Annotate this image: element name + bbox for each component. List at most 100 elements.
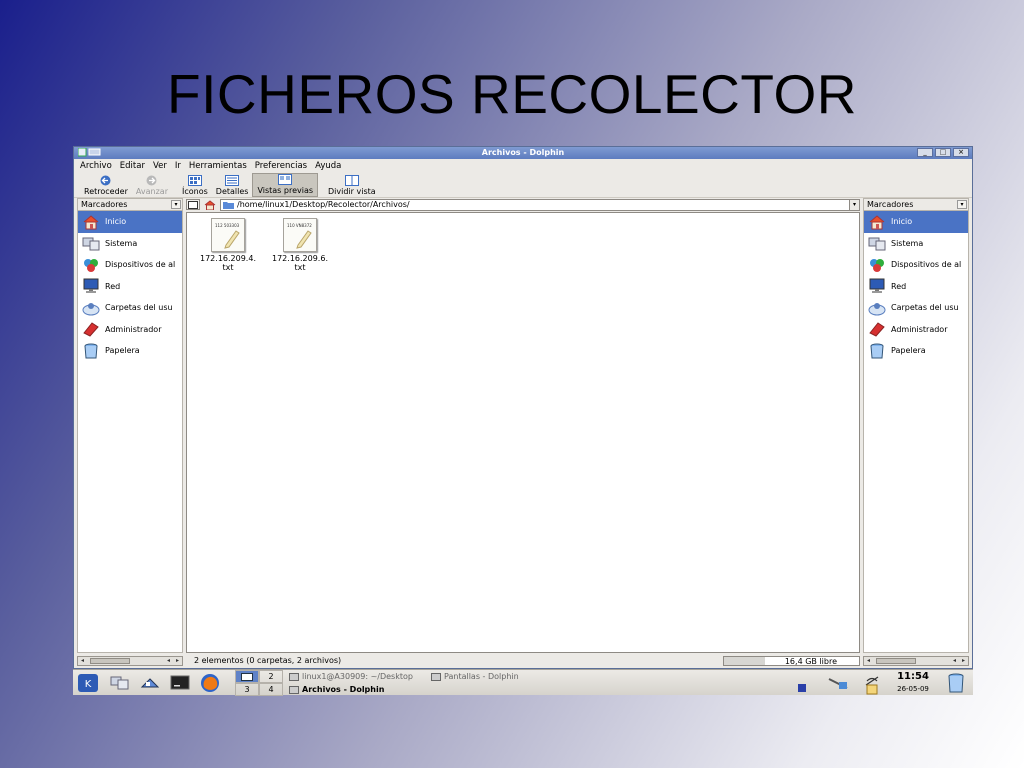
dolphin-window: Archivos - Dolphin _ □ × Archivo Editar …: [73, 146, 973, 669]
desktop-icon[interactable]: [139, 673, 161, 693]
sidebar-item-red[interactable]: Red: [864, 276, 968, 298]
firefox-icon[interactable]: [199, 673, 221, 693]
menu-editar[interactable]: Editar: [120, 159, 145, 173]
sidebar-item-red[interactable]: Red: [78, 276, 182, 298]
scroll-left-icon[interactable]: ◂: [164, 657, 173, 665]
file-view[interactable]: 112 503303 172.16.209.4. txt 110 VN8372 …: [186, 212, 860, 653]
previews-view-button[interactable]: Vistas previas: [252, 173, 319, 197]
scroll-left-icon[interactable]: ◂: [78, 657, 87, 665]
slide-title: FICHEROS RECOLECTOR: [167, 63, 857, 125]
location-bar: /home/linux1/Desktop/Recolector/Archivos…: [186, 198, 860, 211]
sidebar-item-dispositivos[interactable]: Dispositivos de al: [864, 254, 968, 276]
icons-view-button[interactable]: Íconos: [178, 173, 212, 197]
previews-view-icon: [278, 174, 293, 185]
details-view-icon: [225, 175, 240, 186]
folder-icon: [289, 685, 299, 694]
trash-icon[interactable]: [945, 673, 967, 693]
menu-ayuda[interactable]: Ayuda: [315, 159, 341, 173]
close-button[interactable]: ×: [953, 148, 969, 157]
sidebar-item-carpetas[interactable]: Carpetas del usu: [864, 297, 968, 319]
split-view-icon: [344, 175, 359, 186]
desktop-3[interactable]: 3: [235, 683, 259, 696]
toolbar: Retroceder Avanzar Íconos Detalles Vista…: [74, 173, 972, 198]
taskbar: K 2 3 4 linux1@A30909: ~/Desktop Pantall…: [73, 669, 973, 696]
task-terminal[interactable]: linux1@A30909: ~/Desktop: [289, 670, 413, 683]
task-list: linux1@A30909: ~/Desktop Pantallas - Dol…: [289, 670, 599, 696]
sidebar-item-sistema[interactable]: Sistema: [78, 233, 182, 255]
network-manager-icon[interactable]: [827, 673, 849, 693]
scrollbar-thumb[interactable]: [876, 658, 916, 664]
sidebar-item-dispositivos[interactable]: Dispositivos de al: [78, 254, 182, 276]
window-title: Archivos - Dolphin: [481, 148, 565, 157]
minimize-button[interactable]: _: [917, 148, 933, 157]
system-icon: [81, 234, 101, 252]
chevron-down-icon[interactable]: ▾: [849, 199, 859, 210]
menu-archivo[interactable]: Archivo: [80, 159, 112, 173]
clock[interactable]: 11:54: [891, 671, 935, 683]
network-icon: [81, 277, 101, 295]
sidebar-item-carpetas[interactable]: Carpetas del usu: [78, 297, 182, 319]
location-toggle-icon: [188, 200, 198, 209]
menu-ir[interactable]: Ir: [175, 159, 181, 173]
right-panel-scrollbar[interactable]: ◂ ◂ ▸: [863, 656, 969, 666]
scroll-left-icon[interactable]: ◂: [950, 657, 959, 665]
maximize-button[interactable]: □: [935, 148, 951, 157]
clipboard-icon[interactable]: [861, 683, 883, 695]
trash-icon: [81, 342, 101, 360]
admin-icon: [81, 320, 101, 338]
back-arrow-icon: [99, 175, 113, 186]
status-bar: ◂ ◂ ▸ 2 elementos (0 carpetas, 2 archivo…: [74, 654, 972, 668]
home-button[interactable]: [203, 199, 217, 210]
sidebar-item-papelera[interactable]: Papelera: [864, 340, 968, 362]
scroll-left-icon[interactable]: ◂: [864, 657, 873, 665]
menu-ver[interactable]: Ver: [153, 159, 167, 173]
task-pantallas[interactable]: Pantallas - Dolphin: [431, 670, 519, 683]
desktop-1[interactable]: [235, 670, 259, 683]
free-space-indicator: 16,4 GB libre: [723, 656, 860, 666]
menu-preferencias[interactable]: Preferencias: [255, 159, 307, 173]
details-view-button[interactable]: Detalles: [212, 173, 253, 197]
devices-icon: [81, 256, 101, 274]
file-extension: txt: [294, 263, 306, 272]
editable-location-button[interactable]: [186, 199, 200, 210]
kde-menu-button[interactable]: K: [77, 673, 99, 693]
file-item[interactable]: 112 503303 172.16.209.4. txt: [192, 218, 264, 272]
home-icon: [867, 213, 887, 231]
folder-icon: [223, 201, 234, 209]
svg-text:K: K: [85, 679, 92, 690]
left-panel-header[interactable]: Marcadores ▾: [78, 199, 182, 211]
window-titlebar[interactable]: Archivos - Dolphin _ □ ×: [74, 147, 972, 159]
home-icon: [204, 199, 216, 210]
file-item[interactable]: 110 VN8372 172.16.209.6. txt: [264, 218, 336, 272]
sidebar-item-inicio[interactable]: Inicio: [864, 211, 968, 233]
right-panel-header[interactable]: Marcadores ▾: [864, 199, 968, 211]
sidebar-item-sistema[interactable]: Sistema: [864, 233, 968, 255]
sidebar-item-inicio[interactable]: Inicio: [78, 211, 182, 233]
forward-button[interactable]: Avanzar: [132, 173, 172, 197]
chevron-down-icon[interactable]: ▾: [171, 200, 181, 209]
desktop-2[interactable]: 2: [259, 670, 283, 683]
task-archivos[interactable]: Archivos - Dolphin: [289, 683, 384, 696]
text-file-icon: 112 503303: [211, 218, 245, 252]
sidebar-item-papelera[interactable]: Papelera: [78, 340, 182, 362]
tray-indicator-icon[interactable]: [798, 684, 806, 692]
date[interactable]: 26-05-09: [891, 684, 935, 694]
left-panel-scrollbar[interactable]: ◂ ◂ ▸: [77, 656, 183, 666]
path-input[interactable]: /home/linux1/Desktop/Recolector/Archivos…: [220, 198, 860, 211]
chevron-down-icon[interactable]: ▾: [957, 200, 967, 209]
scrollbar-thumb[interactable]: [90, 658, 130, 664]
desktop-4[interactable]: 4: [259, 683, 283, 696]
window-menu-icon[interactable]: [77, 147, 103, 158]
text-file-icon: 110 VN8372: [283, 218, 317, 252]
scroll-right-icon[interactable]: ▸: [173, 657, 182, 665]
menu-herramientas[interactable]: Herramientas: [189, 159, 247, 173]
split-view-button[interactable]: Dividir vista: [324, 173, 380, 197]
back-button[interactable]: Retroceder: [80, 173, 132, 197]
scroll-right-icon[interactable]: ▸: [959, 657, 968, 665]
sidebar-item-administrador[interactable]: Administrador: [864, 319, 968, 341]
desktop-pager: 2 3 4: [235, 670, 283, 696]
right-bookmarks-panel: Marcadores ▾ Inicio Sistema Dispositivos…: [863, 198, 969, 653]
terminal-icon[interactable]: [169, 673, 191, 693]
sidebar-item-administrador[interactable]: Administrador: [78, 319, 182, 341]
system-icon[interactable]: [109, 673, 131, 693]
